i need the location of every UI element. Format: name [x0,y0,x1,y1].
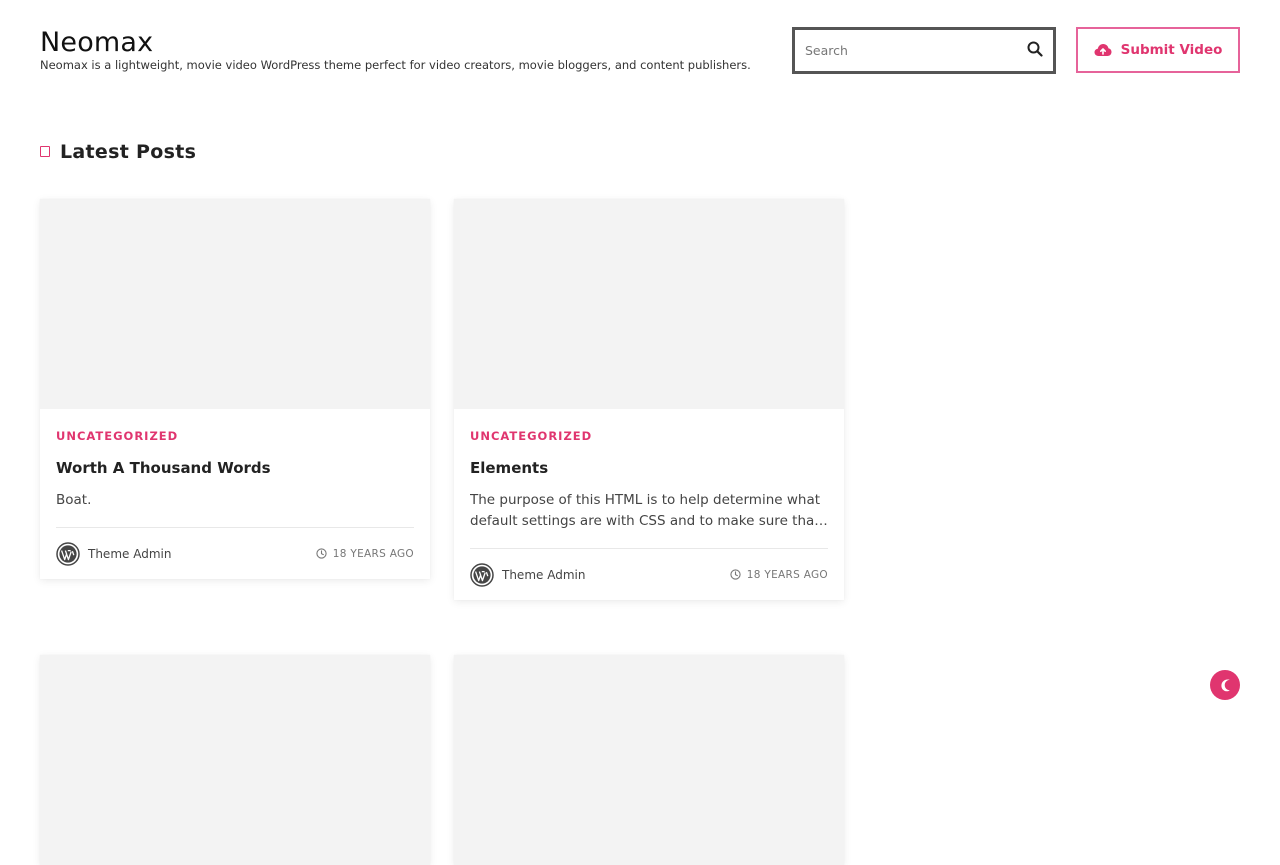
latest-posts-heading: Latest Posts [40,138,196,166]
post-title[interactable]: Worth A Thousand Words [56,458,414,478]
post-date: 18 YEARS AGO [316,548,414,560]
post-card-body: UNCATEGORIZED Elements The purpose of th… [454,409,844,600]
moon-icon [1220,679,1230,691]
post-card [454,655,844,865]
post-excerpt: The purpose of this HTML is to help dete… [470,492,821,529]
post-author: Theme Admin [56,541,171,566]
post-thumbnail[interactable] [454,655,844,865]
search-icon [1027,41,1043,57]
post-meta: Theme Admin 18 YEARS AGO [470,548,828,600]
author-name[interactable]: Theme Admin [88,547,171,561]
dark-mode-toggle[interactable] [1210,670,1240,700]
post-card [40,655,430,865]
cloud-upload-icon [1094,44,1112,56]
section-title: Latest Posts [60,141,197,163]
clock-icon [730,569,741,580]
post-date: 18 YEARS AGO [730,569,828,581]
post-card: UNCATEGORIZED Worth A Thousand Words Boa… [40,199,430,579]
clock-icon [316,548,327,559]
site-title-link[interactable]: Neomax [40,26,751,60]
site-tagline: Neomax is a lightweight, movie video Wor… [40,58,751,72]
post-thumbnail[interactable] [40,655,430,865]
post-thumbnail[interactable] [40,199,430,409]
post-author: Theme Admin [470,562,585,587]
post-category[interactable]: UNCATEGORIZED [470,429,592,443]
post-date-text: 18 YEARS AGO [332,547,414,560]
search-input[interactable] [795,30,1015,71]
wordpress-icon [470,562,494,587]
section-marker-icon [40,145,50,157]
submit-video-label: Submit Video [1120,42,1223,58]
search-button[interactable] [1025,40,1045,60]
post-date-text: 18 YEARS AGO [746,568,828,581]
author-name[interactable]: Theme Admin [502,568,585,582]
post-excerpt: Boat. [56,492,92,508]
search-form [792,27,1056,74]
post-title[interactable]: Elements [470,458,828,478]
post-thumbnail[interactable] [454,199,844,409]
post-meta: Theme Admin 18 YEARS AGO [56,527,414,579]
post-card: UNCATEGORIZED Elements The purpose of th… [454,199,844,600]
wordpress-icon [56,541,80,566]
site-header: Neomax Neomax is a lightweight, movie vi… [0,0,1280,100]
submit-video-button[interactable]: Submit Video [1076,27,1240,73]
post-category[interactable]: UNCATEGORIZED [56,429,178,443]
brand: Neomax Neomax is a lightweight, movie vi… [40,26,751,72]
post-card-body: UNCATEGORIZED Worth A Thousand Words Boa… [40,409,430,579]
